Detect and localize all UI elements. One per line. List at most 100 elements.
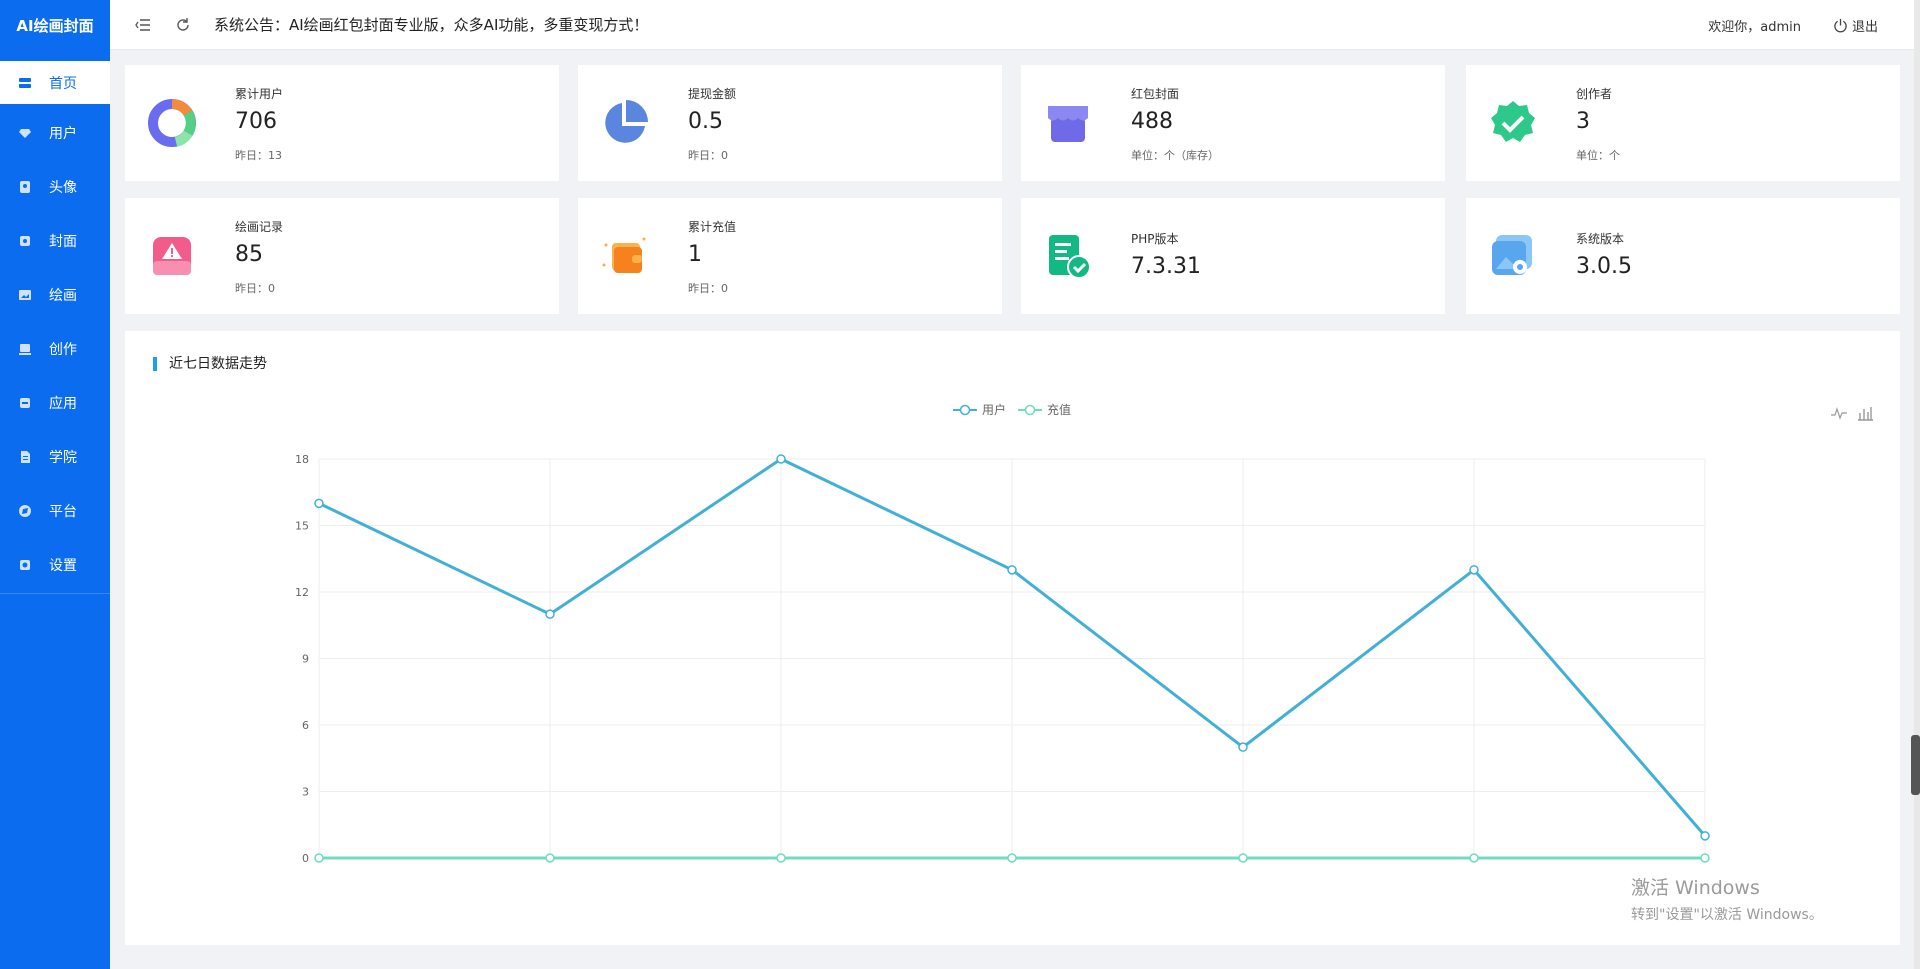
data-point bbox=[314, 498, 324, 509]
data-point bbox=[1700, 853, 1710, 863]
y-tick-label: 0 bbox=[302, 852, 309, 865]
sidebar-item-apps[interactable]: 应用 bbox=[0, 376, 110, 430]
sidebar-item-label: 封面 bbox=[49, 234, 77, 250]
system-notice: 系统公告：AI绘画红包封面专业版，众多AI功能，多重变现方式！ bbox=[214, 16, 649, 34]
stat-card-creators[interactable]: 创作者 3 单位：个 bbox=[1466, 65, 1900, 181]
stat-sub: 昨日：0 bbox=[235, 282, 275, 295]
stat-value: 0.5 bbox=[688, 109, 723, 134]
stat-card-system-version[interactable]: 系统版本 3.0.5 bbox=[1466, 198, 1900, 314]
sidebar-item-academy[interactable]: 学院 bbox=[0, 430, 110, 484]
diamond-icon bbox=[18, 126, 32, 140]
pie-icon bbox=[605, 100, 648, 143]
stat-value: 488 bbox=[1131, 109, 1173, 134]
trend-line-chart: 0 3 6 9 12 15 18 bbox=[295, 453, 1710, 865]
data-point bbox=[1238, 742, 1248, 752]
data-point bbox=[1469, 853, 1479, 863]
stat-value: 1 bbox=[688, 242, 702, 267]
sidebar-divider bbox=[0, 593, 110, 594]
app-logo: AI绘画封面 bbox=[16, 17, 94, 35]
stat-sub: 单位：个 bbox=[1576, 149, 1620, 162]
data-point bbox=[545, 853, 555, 863]
alert-inbox-icon bbox=[153, 237, 191, 275]
home-icon bbox=[18, 76, 32, 90]
top-header: 系统公告：AI绘画红包封面专业版，众多AI功能，多重变现方式！ 欢迎你，admi… bbox=[110, 0, 1920, 50]
sidebar-item-label: 用户 bbox=[49, 126, 77, 142]
data-point bbox=[1007, 853, 1017, 863]
y-tick-label: 6 bbox=[302, 719, 309, 732]
data-point bbox=[1007, 565, 1017, 575]
stat-sub: 昨日：13 bbox=[235, 149, 282, 162]
stat-value: 3.0.5 bbox=[1576, 254, 1632, 279]
create-icon bbox=[18, 342, 32, 356]
data-point bbox=[1469, 565, 1479, 575]
stat-label: 系统版本 bbox=[1576, 232, 1625, 246]
stat-value: 7.3.31 bbox=[1131, 254, 1201, 279]
stat-label: PHP版本 bbox=[1131, 232, 1179, 246]
welcome-text: 欢迎你，admin bbox=[1708, 19, 1801, 35]
stat-card-total-users[interactable]: 累计用户 706 昨日：13 bbox=[125, 65, 559, 181]
sidebar-item-label: 绘画 bbox=[49, 288, 77, 304]
sidebar: AI绘画封面 首页 用户 头像 封面 绘画 创作 应用 学院 平台 设置 bbox=[0, 0, 110, 969]
app-icon bbox=[18, 396, 32, 410]
sidebar-item-label: 头像 bbox=[49, 180, 77, 196]
logout-button[interactable]: 退出 bbox=[1833, 16, 1878, 35]
data-point bbox=[776, 454, 786, 464]
stat-card-red-envelope[interactable]: 红包封面 488 单位：个（库存） bbox=[1021, 65, 1445, 181]
sidebar-item-label: 设置 bbox=[49, 558, 77, 574]
stat-label: 绘画记录 bbox=[235, 220, 284, 234]
stat-sub: 昨日：0 bbox=[688, 282, 728, 295]
refresh-icon[interactable] bbox=[172, 14, 194, 36]
settings-icon bbox=[18, 558, 32, 572]
data-point bbox=[545, 609, 555, 619]
sidebar-item-label: 应用 bbox=[49, 396, 77, 412]
stat-sub: 昨日：0 bbox=[688, 149, 728, 162]
stat-value: 706 bbox=[235, 109, 277, 134]
data-point bbox=[1238, 853, 1248, 863]
stat-value: 85 bbox=[235, 242, 263, 267]
stat-label: 累计用户 bbox=[235, 87, 284, 101]
data-point bbox=[314, 853, 324, 863]
y-tick-label: 15 bbox=[295, 520, 309, 533]
donut-icon bbox=[148, 99, 196, 147]
data-point bbox=[776, 853, 786, 863]
stat-card-withdrawals[interactable]: 提现金额 0.5 昨日：0 bbox=[578, 65, 1002, 181]
chart-panel: 近七日数据走势 用户 充值 0 3 6 9 12 15 18 bbox=[125, 331, 1900, 945]
image-icon bbox=[18, 288, 32, 302]
data-point bbox=[1700, 831, 1710, 841]
y-tick-label: 9 bbox=[302, 653, 309, 666]
stat-value: 3 bbox=[1576, 109, 1590, 134]
y-tick-label: 18 bbox=[295, 453, 309, 466]
stat-card-total-recharge[interactable]: 累计充值 1 昨日：0 bbox=[578, 198, 1002, 314]
stat-label: 提现金额 bbox=[688, 87, 737, 101]
sidebar-item-label: 平台 bbox=[49, 504, 77, 520]
store-icon bbox=[1048, 106, 1088, 142]
verified-badge-icon bbox=[1491, 101, 1535, 142]
sidebar-item-settings[interactable]: 设置 bbox=[0, 538, 110, 592]
logout-label: 退出 bbox=[1851, 19, 1878, 35]
stat-sub: 单位：个（库存） bbox=[1131, 149, 1219, 162]
windows-activation-watermark: 激活 Windows 转到"设置"以激活 Windows。 bbox=[1631, 873, 1823, 924]
sidebar-item-create[interactable]: 创作 bbox=[0, 322, 110, 376]
y-tick-label: 3 bbox=[302, 786, 309, 799]
platform-icon bbox=[18, 504, 32, 518]
power-icon bbox=[1834, 18, 1847, 32]
document-icon bbox=[18, 450, 32, 464]
sidebar-item-home[interactable]: 首页 bbox=[0, 61, 110, 104]
sidebar-item-avatar[interactable]: 头像 bbox=[0, 160, 110, 214]
y-tick-label: 12 bbox=[295, 586, 309, 599]
cover-icon bbox=[18, 234, 32, 248]
watermark-line-1: 激活 Windows bbox=[1631, 877, 1760, 899]
sidebar-item-platform[interactable]: 平台 bbox=[0, 484, 110, 538]
menu-collapse-icon[interactable] bbox=[132, 14, 154, 36]
report-check-icon bbox=[1049, 235, 1091, 279]
stat-card-php-version[interactable]: PHP版本 7.3.31 bbox=[1021, 198, 1445, 314]
scrollbar-thumb[interactable] bbox=[1911, 735, 1920, 795]
sidebar-item-cover[interactable]: 封面 bbox=[0, 214, 110, 268]
sidebar-item-users[interactable]: 用户 bbox=[0, 106, 110, 160]
watermark-line-2: 转到"设置"以激活 Windows。 bbox=[1631, 907, 1823, 923]
sidebar-item-label: 学院 bbox=[49, 450, 77, 466]
page-scrollbar[interactable] bbox=[1911, 0, 1920, 969]
stat-card-drawing-records[interactable]: 绘画记录 85 昨日：0 bbox=[125, 198, 559, 314]
sidebar-item-drawing[interactable]: 绘画 bbox=[0, 268, 110, 322]
avatar-icon bbox=[18, 180, 32, 194]
